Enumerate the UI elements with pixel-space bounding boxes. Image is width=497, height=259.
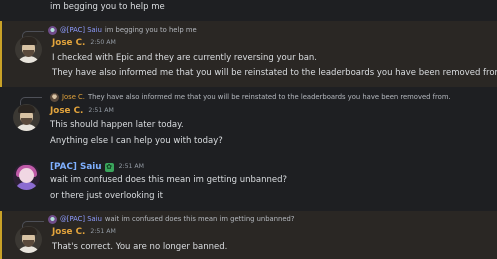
message-group-jose-1[interactable]: @[PAC] Saiu im begging you to help me Jo… — [0, 21, 497, 87]
reply-preview[interactable]: @[PAC] Saiu wait im confused does this m… — [48, 214, 294, 225]
reply-text: wait im confused does this mean im getti… — [104, 215, 295, 223]
frog-icon: ✿ — [104, 162, 114, 172]
timestamp: 2:50 AM — [90, 39, 116, 46]
message-text: wait im confused does this mean im getti… — [50, 175, 288, 185]
message-text: They have also informed me that you will… — [52, 68, 497, 78]
author-name[interactable]: [PAC] Saiu — [50, 161, 102, 173]
message-header: [PAC] Saiu ✿ 2:51 AM — [50, 161, 144, 173]
message-text: That's correct. You are no longer banned… — [52, 242, 228, 252]
author-name[interactable]: Jose C. — [52, 37, 85, 49]
message-text: I checked with Epic and they are current… — [52, 53, 318, 63]
reply-avatar — [48, 26, 57, 35]
message-header: Jose C. 2:51 AM — [50, 105, 114, 117]
message-group-jose-2[interactable]: Jose C. They have also informed me that … — [0, 91, 497, 151]
reply-text: im begging you to help me — [104, 26, 197, 34]
message-text: or there just overlooking it — [50, 191, 163, 201]
author-name[interactable]: Jose C. — [52, 226, 85, 238]
reply-preview[interactable]: Jose C. They have also informed me that … — [50, 92, 451, 103]
reply-author[interactable]: @[PAC] Saiu — [60, 25, 102, 36]
chat-log: im begging you to help me @[PAC] Saiu im… — [0, 0, 497, 259]
message-text: Anything else I can help you with today? — [50, 136, 223, 146]
reply-avatar — [48, 215, 57, 224]
author-name[interactable]: Jose C. — [50, 105, 83, 117]
message-header: Jose C. 2:50 AM — [52, 37, 116, 49]
reply-author[interactable]: Jose C. — [62, 92, 85, 103]
avatar[interactable] — [13, 104, 40, 131]
message-group-jose-3[interactable]: @[PAC] Saiu wait im confused does this m… — [0, 211, 497, 259]
avatar[interactable] — [15, 36, 42, 63]
reply-preview[interactable]: @[PAC] Saiu im begging you to help me — [48, 25, 197, 36]
timestamp: 2:51 AM — [90, 228, 116, 235]
message-text: This should happen later today. — [50, 120, 184, 130]
message-text: im begging you to help me — [50, 2, 165, 12]
reply-author[interactable]: @[PAC] Saiu — [60, 214, 102, 225]
timestamp: 2:51 AM — [88, 107, 114, 114]
reply-text: They have also informed me that you will… — [87, 93, 451, 101]
message-header: Jose C. 2:51 AM — [52, 226, 116, 238]
message-group-saiu[interactable]: [PAC] Saiu ✿ 2:51 AM wait im confused do… — [0, 158, 497, 206]
avatar[interactable] — [13, 163, 40, 190]
avatar[interactable] — [15, 226, 42, 253]
timestamp: 2:51 AM — [118, 163, 144, 170]
reply-avatar — [50, 93, 59, 102]
